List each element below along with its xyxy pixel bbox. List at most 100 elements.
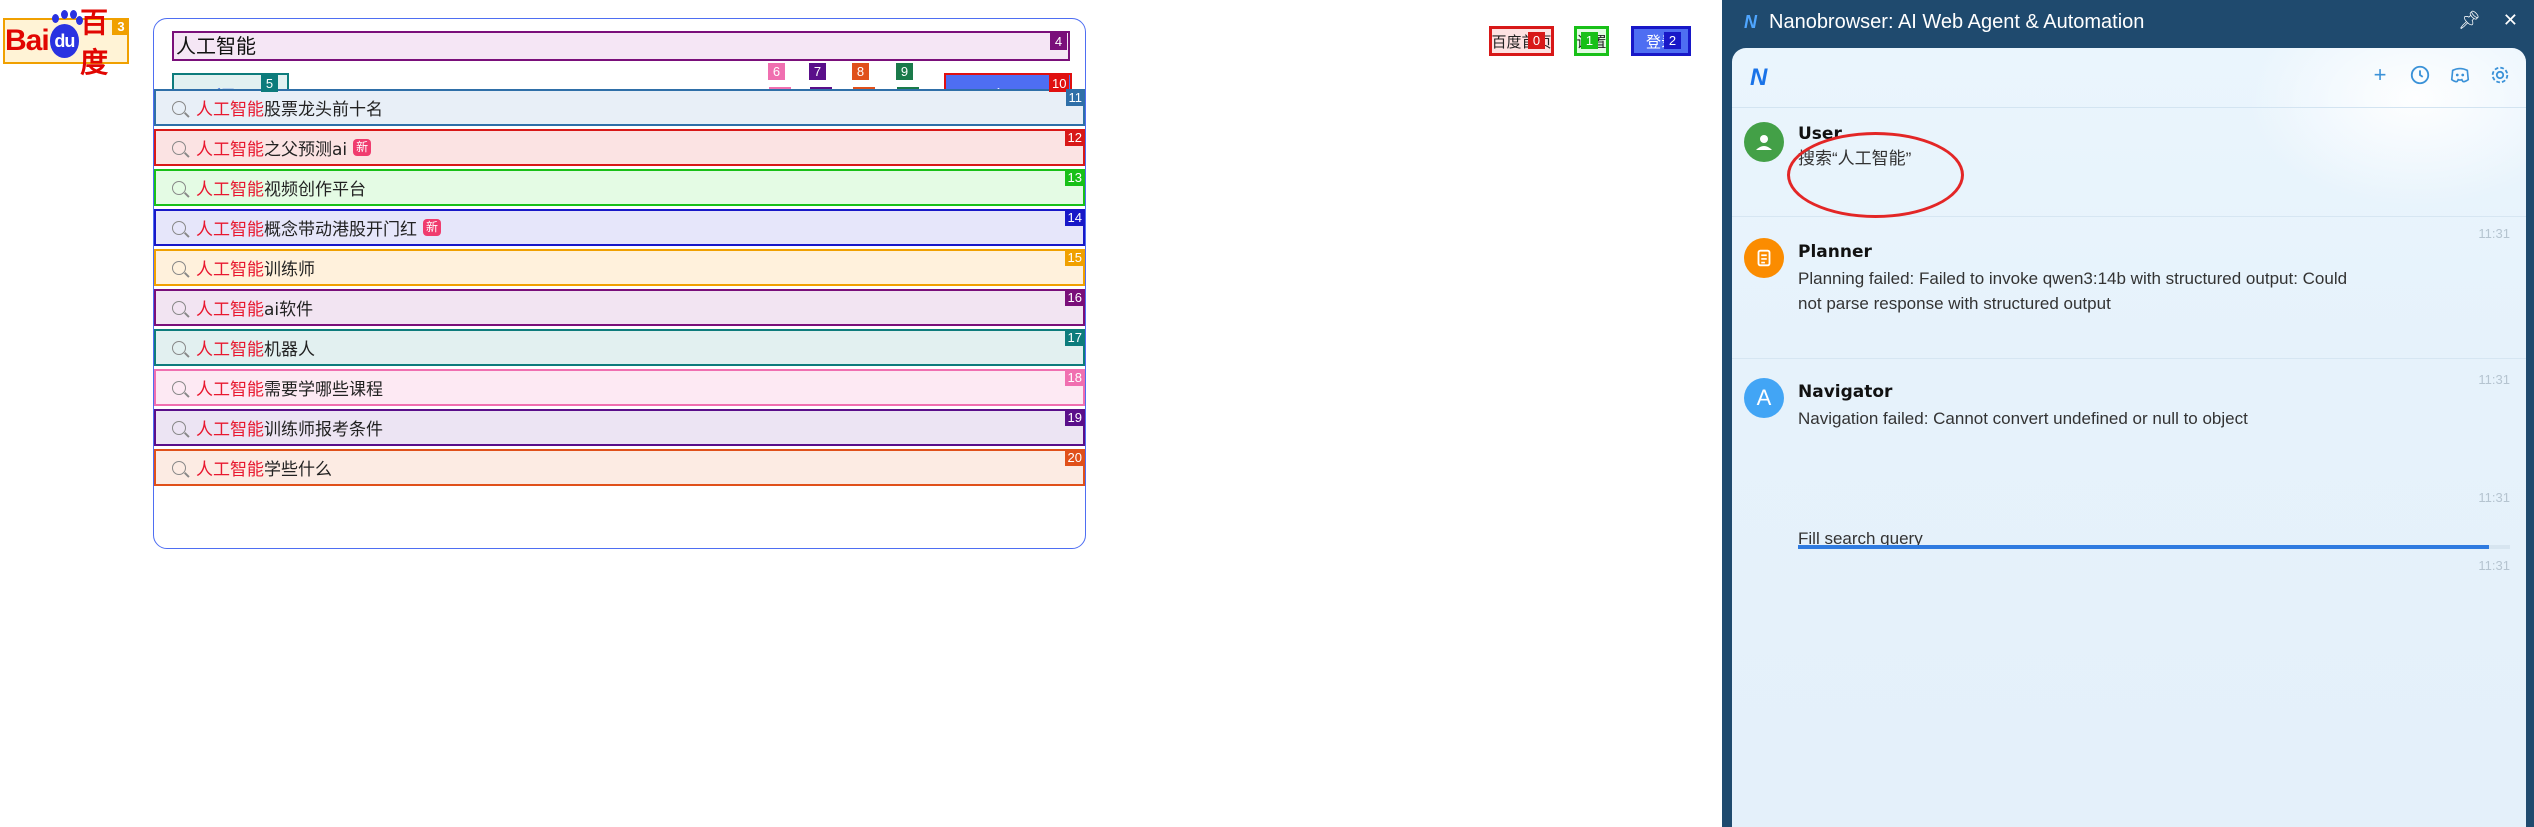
index-tag: 3 bbox=[112, 18, 129, 35]
suggestion-item[interactable]: 人工智能 机器人 17 bbox=[154, 329, 1085, 366]
index-tag: 4 bbox=[1050, 33, 1067, 50]
suggestion-text: 视频创作平台 bbox=[264, 180, 366, 200]
suggestion-highlight: 人工智能 bbox=[196, 420, 264, 440]
search-icon bbox=[172, 300, 186, 315]
search-icon bbox=[172, 420, 186, 435]
progress-bar bbox=[1798, 545, 2510, 549]
search-icon bbox=[172, 260, 186, 275]
index-tag: 17 bbox=[1064, 329, 1085, 346]
message-actor: Planner bbox=[1798, 242, 1872, 262]
suggestion-highlight: 人工智能 bbox=[196, 140, 264, 160]
message-actor: User bbox=[1798, 124, 1842, 144]
panel-title: Nanobrowser: AI Web Agent & Automation bbox=[1769, 10, 2145, 33]
new-badge: 新 bbox=[423, 219, 442, 236]
search-icon bbox=[172, 460, 186, 475]
suggestion-text: 训练师 bbox=[264, 260, 315, 280]
settings-icon[interactable] bbox=[2488, 63, 2512, 87]
suggestion-item[interactable]: 人工智能 ai软件 16 bbox=[154, 289, 1085, 326]
message-divider bbox=[1732, 216, 2526, 217]
index-tag: 5 bbox=[261, 75, 278, 92]
suggestion-item[interactable]: 人工智能 训练师报考条件 19 bbox=[154, 409, 1085, 446]
user-avatar-icon bbox=[1744, 122, 1784, 162]
top-link-login[interactable]: 登录 2 bbox=[1631, 26, 1691, 56]
navigator-avatar-icon: A bbox=[1744, 378, 1784, 418]
suggestion-highlight: 人工智能 bbox=[196, 460, 264, 480]
search-input[interactable]: 人工智能 bbox=[172, 31, 1070, 61]
message-text: Navigation failed: Cannot convert undefi… bbox=[1798, 409, 2248, 428]
suggestion-item[interactable]: 人工智能 学些什么 20 bbox=[154, 449, 1085, 486]
followup-time: 11:31 bbox=[2478, 558, 2510, 573]
index-tag: 2 bbox=[1664, 32, 1681, 49]
suggestion-highlight: 人工智能 bbox=[196, 180, 264, 200]
index-tag: 13 bbox=[1064, 169, 1085, 186]
index-tag: 9 bbox=[896, 63, 913, 80]
suggestion-text: 概念带动港股开门红 bbox=[264, 220, 417, 240]
nanobrowser-logo-icon: N bbox=[1744, 11, 1757, 32]
search-icon bbox=[172, 140, 186, 155]
new-badge: 新 bbox=[353, 139, 372, 156]
index-tag: 16 bbox=[1064, 289, 1085, 306]
search-icon bbox=[172, 220, 186, 235]
suggestion-text: 之父预测ai bbox=[264, 140, 348, 160]
message-text: 搜索“人工智能” bbox=[1798, 149, 1912, 168]
chat-header: N + bbox=[1732, 48, 2526, 108]
index-tag: 15 bbox=[1064, 249, 1085, 266]
top-link-settings[interactable]: 设置 1 bbox=[1574, 26, 1609, 56]
index-tag: 6 bbox=[768, 63, 785, 80]
suggestion-highlight: 人工智能 bbox=[196, 100, 264, 120]
search-icon bbox=[172, 100, 186, 115]
message-time: 11:31 bbox=[2478, 490, 2510, 505]
progress-fill bbox=[1798, 545, 2489, 549]
baidu-logo[interactable]: Bai du 百度 3 bbox=[3, 7, 129, 78]
suggestion-highlight: 人工智能 bbox=[196, 260, 264, 280]
index-tag: 20 bbox=[1064, 449, 1085, 466]
pin-icon[interactable]: 📌︎ bbox=[2458, 10, 2481, 31]
new-chat-icon[interactable]: + bbox=[2368, 62, 2392, 87]
suggestion-text: 训练师报考条件 bbox=[264, 420, 383, 440]
index-tag: 7 bbox=[809, 63, 826, 80]
index-tag: 18 bbox=[1064, 369, 1085, 386]
index-tag: 11 bbox=[1065, 89, 1085, 106]
search-icon bbox=[172, 380, 186, 395]
index-tag: 8 bbox=[852, 63, 869, 80]
search-panel: 人工智能 4 问AI+ 5 6 7 8 9 百度一下 10 人工智能股票龙头前十… bbox=[153, 18, 1086, 549]
message-text: Planning failed: Failed to invoke qwen3:… bbox=[1798, 269, 2348, 313]
suggestion-item[interactable]: 人工智能 需要学哪些课程 18 bbox=[154, 369, 1085, 406]
suggestion-text: ai软件 bbox=[264, 300, 314, 320]
suggestion-highlight: 人工智能 bbox=[196, 300, 264, 320]
nanobrowser-side-panel: N Nanobrowser: AI Web Agent & Automation… bbox=[1722, 0, 2534, 827]
suggestion-item[interactable]: 人工智能 股票龙头前十名 11 bbox=[154, 89, 1085, 126]
suggestion-highlight: 人工智能 bbox=[196, 340, 264, 360]
index-tag: 0 bbox=[1528, 32, 1545, 49]
suggestion-text: 机器人 bbox=[264, 340, 315, 360]
search-icon bbox=[172, 180, 186, 195]
suggestion-item[interactable]: 人工智能 之父预测ai 新 12 bbox=[154, 129, 1085, 166]
nanobrowser-logo-icon: N bbox=[1750, 64, 1768, 91]
logo-bai: Bai bbox=[5, 24, 50, 57]
suggestion-item[interactable]: 人工智能 视频创作平台 13 bbox=[154, 169, 1085, 206]
message-divider bbox=[1732, 358, 2526, 359]
search-icon bbox=[172, 340, 186, 355]
message-actor: Navigator bbox=[1798, 382, 1893, 402]
suggestion-highlight: 人工智能 bbox=[196, 380, 264, 400]
suggestion-item[interactable]: 人工智能 训练师 15 bbox=[154, 249, 1085, 286]
logo-cn: 百度 bbox=[80, 7, 108, 78]
discord-icon[interactable] bbox=[2448, 63, 2472, 87]
message-time: 11:31 bbox=[2478, 226, 2510, 241]
index-tag: 1 bbox=[1581, 32, 1598, 49]
index-tag: 12 bbox=[1064, 129, 1085, 146]
message-time: 11:31 bbox=[2478, 372, 2510, 387]
planner-avatar-icon bbox=[1744, 238, 1784, 278]
suggestion-highlight: 人工智能 bbox=[196, 220, 264, 240]
suggestion-text: 股票龙头前十名 bbox=[264, 100, 383, 120]
history-icon[interactable] bbox=[2408, 63, 2432, 87]
suggestion-text: 需要学哪些课程 bbox=[264, 380, 383, 400]
close-icon[interactable]: ✕ bbox=[2503, 10, 2518, 31]
suggestion-item[interactable]: 人工智能 概念带动港股开门红新 14 bbox=[154, 209, 1085, 246]
chat-panel: N + User 搜索“人工智能” 11:31 Planner Planning… bbox=[1732, 48, 2526, 827]
index-tag: 14 bbox=[1064, 209, 1085, 226]
logo-du: du bbox=[49, 14, 80, 58]
panel-titlebar: N Nanobrowser: AI Web Agent & Automation… bbox=[1722, 0, 2534, 44]
index-tag: 19 bbox=[1064, 409, 1085, 426]
top-link-home[interactable]: 百度首页 0 bbox=[1489, 26, 1554, 56]
